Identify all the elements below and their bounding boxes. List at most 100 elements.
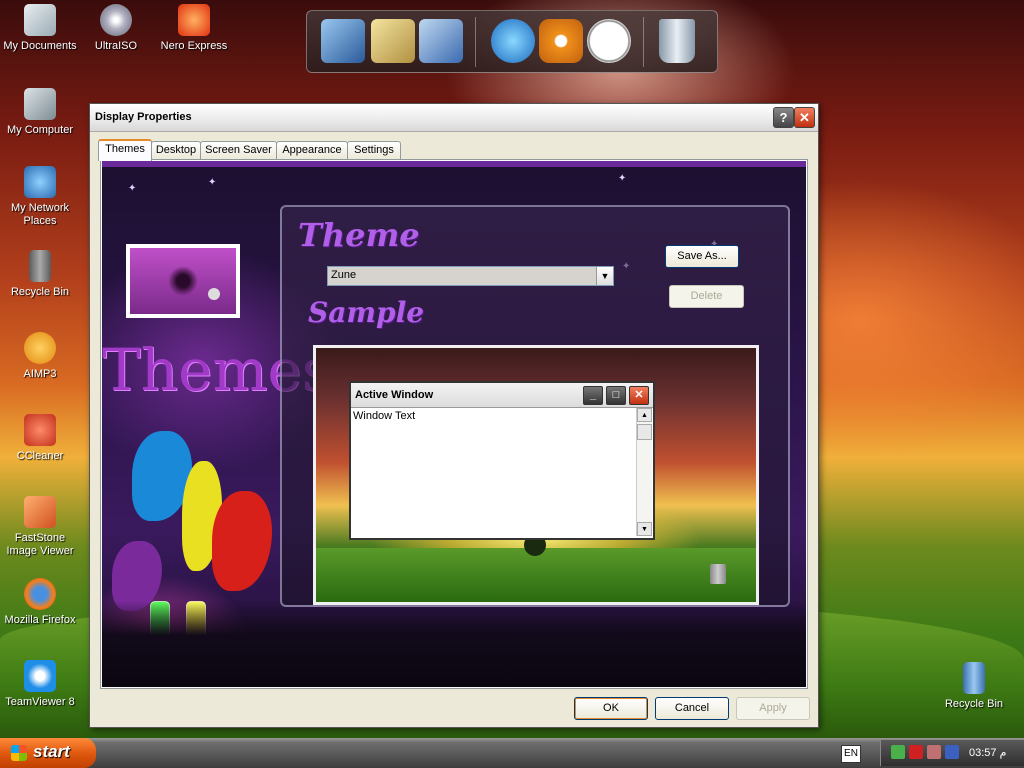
dock-separator	[643, 17, 644, 67]
tab-appearance[interactable]: Appearance	[276, 141, 348, 159]
desktop-icon-label: UltraISO	[94, 40, 138, 52]
tab-settings[interactable]: Settings	[347, 141, 401, 159]
recycle-bin-icon	[29, 250, 51, 282]
desktop-icon-my-documents[interactable]: My Documents	[0, 4, 80, 53]
chevron-down-icon[interactable]: ▼	[596, 267, 613, 285]
tab-themes[interactable]: Themes	[98, 139, 152, 161]
tab-screen-saver[interactable]: Screen Saver	[200, 141, 277, 159]
desktop-icon-ultraiso[interactable]: UltraISO	[76, 4, 156, 53]
delete-button: Delete	[669, 285, 744, 308]
faststone-icon	[24, 496, 56, 528]
artwork-top-band	[102, 161, 806, 167]
desktop-icon-label: My Documents	[3, 40, 77, 52]
scroll-thumb	[637, 424, 652, 440]
start-label: start	[33, 742, 70, 761]
desktop-icon-firefox[interactable]: Mozilla Firefox	[0, 578, 80, 627]
preview-active-window: Active Window _ □ ✕ Window Text ▲ ▼	[349, 381, 655, 540]
tree-silhouette-icon	[168, 266, 198, 296]
preview-scrollbar: ▲ ▼	[636, 408, 652, 536]
tab-desktop[interactable]: Desktop	[151, 141, 201, 159]
clock[interactable]: 03:57 م	[969, 746, 1006, 759]
folder-documents-icon	[24, 4, 56, 36]
theme-sample-preview: Active Window _ □ ✕ Window Text ▲ ▼	[313, 345, 759, 605]
desktop-icon-teamviewer[interactable]: TeamViewer 8	[0, 660, 80, 709]
ultraiso-disc-icon	[100, 4, 132, 36]
theme-dropdown-value: Zune	[331, 269, 357, 281]
system-tray: 03:57 م	[880, 740, 1024, 766]
network-tray-icon[interactable]	[891, 745, 905, 759]
recycle-bin-icon	[963, 662, 985, 694]
taskbar: start EN 03:57 م	[0, 738, 1024, 768]
clock-icon[interactable]	[587, 19, 631, 63]
cancel-button[interactable]: Cancel	[655, 697, 729, 720]
internet-globe-icon[interactable]	[491, 19, 535, 63]
desktop-icon-label: AIMP3	[23, 368, 57, 380]
theme-dropdown[interactable]: Zune ▼	[327, 266, 614, 286]
minimize-icon: _	[583, 386, 603, 405]
close-icon: ✕	[629, 386, 649, 405]
desktop-icon-my-computer[interactable]: My Computer	[0, 88, 80, 137]
desktop-icon-label: CCleaner	[16, 450, 64, 462]
preview-window-titlebar: Active Window _ □ ✕	[351, 383, 653, 408]
desktop-icon-recycle-bin[interactable]: Recycle Bin	[0, 250, 80, 299]
desktop-icon-nero-express[interactable]: Nero Express	[154, 4, 234, 53]
preview-recycle-bin-icon	[710, 564, 726, 584]
nero-express-icon	[178, 4, 210, 36]
display-properties-dialog: Display Properties ? ✕ Themes Desktop Sc…	[89, 103, 819, 728]
ccleaner-icon	[24, 414, 56, 446]
desktop-icon-label: FastStone Image Viewer	[6, 532, 74, 557]
dialog-titlebar[interactable]: Display Properties ? ✕	[90, 104, 818, 132]
security-shield-icon[interactable]	[909, 745, 923, 759]
folder-icon[interactable]	[371, 19, 415, 63]
network-places-icon	[24, 166, 56, 198]
control-panel-icon[interactable]	[419, 19, 463, 63]
desktop-icon-faststone[interactable]: FastStone Image Viewer	[0, 496, 80, 558]
preview-ground	[316, 548, 756, 602]
close-button[interactable]: ✕	[794, 107, 815, 128]
preview-window-title: Active Window	[355, 389, 434, 401]
teamviewer-icon	[24, 660, 56, 692]
start-button[interactable]: start	[0, 738, 96, 768]
desktop-icon-label: Mozilla Firefox	[4, 614, 76, 626]
firefox-icon	[24, 578, 56, 610]
paint-splash-red	[212, 491, 272, 591]
desktop-icon-aimp3[interactable]: AIMP3	[0, 332, 80, 381]
computer-icon[interactable]	[321, 19, 365, 63]
desktop-icon-label: My Network Places	[10, 202, 70, 227]
media-player-icon[interactable]	[539, 19, 583, 63]
preview-window-text: Window Text	[353, 410, 416, 422]
scroll-down-arrow-icon: ▼	[637, 522, 652, 536]
app-tray-icon[interactable]	[945, 745, 959, 759]
sparkle-icon: ✦	[618, 173, 627, 184]
theme-heading: Theme	[298, 216, 420, 254]
sparkle-icon: ✦	[128, 183, 137, 194]
save-as-button[interactable]: Save As...	[665, 245, 739, 268]
maximize-icon: □	[606, 386, 626, 405]
desktop-icon-label: TeamViewer 8	[5, 696, 75, 708]
scroll-up-arrow-icon: ▲	[637, 408, 652, 422]
desktop-icon-label: Recycle Bin	[944, 698, 1004, 710]
desktop-icon-label: Recycle Bin	[10, 286, 70, 298]
desktop-icon-my-network-places[interactable]: My Network Places	[0, 166, 80, 228]
theme-thumbnail-image	[126, 244, 240, 318]
help-button[interactable]: ?	[773, 107, 794, 128]
desktop-icon-label: Nero Express	[160, 40, 228, 52]
sparkle-icon: ✦	[208, 177, 217, 188]
windows-logo-icon	[11, 745, 27, 761]
preview-window-body: Window Text	[351, 408, 635, 536]
apply-button: Apply	[736, 697, 810, 720]
themes-tab-panel: ✦ ✦ ✦ ✦ ✦ Themes Theme Sample Zune	[100, 159, 808, 689]
dock-bar	[306, 10, 718, 73]
desktop-icon-recycle-bin-right[interactable]: Recycle Bin	[934, 662, 1014, 711]
aimp-icon	[24, 332, 56, 364]
themes-artwork: ✦ ✦ ✦ ✦ ✦ Themes Theme Sample Zune	[102, 161, 806, 687]
language-indicator[interactable]: EN	[841, 745, 861, 763]
ok-button[interactable]: OK	[574, 697, 648, 720]
dialog-title: Display Properties	[95, 111, 192, 123]
artwork-ground	[102, 601, 806, 687]
safely-remove-icon[interactable]	[927, 745, 941, 759]
trash-can-icon[interactable]	[659, 19, 695, 63]
desktop-icon-ccleaner[interactable]: CCleaner	[0, 414, 80, 463]
desktop-icon-label: My Computer	[6, 124, 74, 136]
moon-icon	[208, 288, 220, 300]
